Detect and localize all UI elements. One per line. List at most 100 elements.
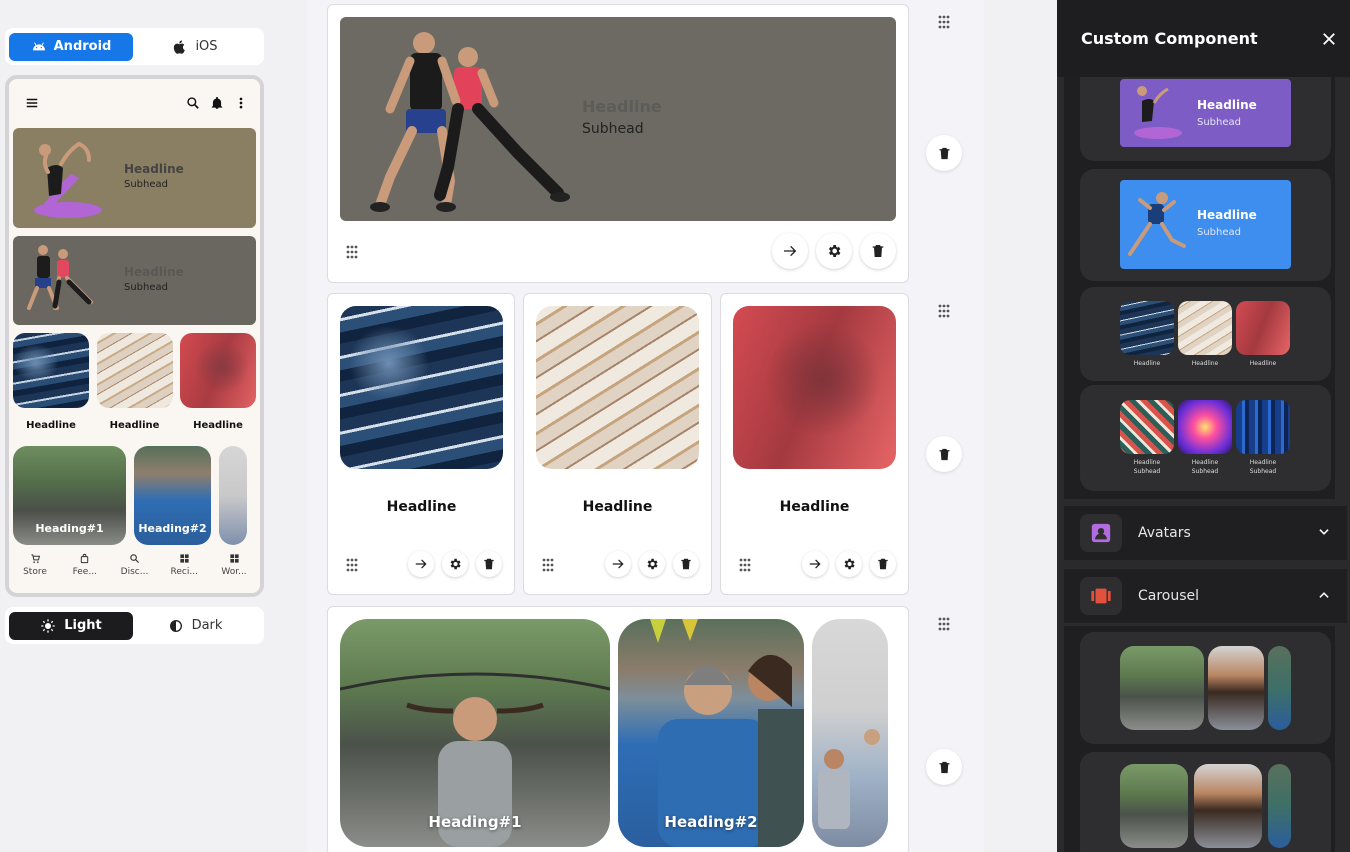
- banner-subhead: Subhead: [1197, 227, 1241, 238]
- drag-handle-icon: [346, 558, 358, 572]
- carousel-component-card[interactable]: Heading#1 Heading#2: [327, 606, 909, 852]
- settings-button[interactable]: [442, 551, 468, 577]
- trash-icon: [484, 558, 494, 570]
- settings-button[interactable]: [836, 551, 862, 577]
- navigate-button[interactable]: [802, 551, 828, 577]
- nav-label: Disc...: [120, 567, 149, 577]
- carousel-item[interactable]: [812, 619, 888, 847]
- delete-button[interactable]: [476, 551, 502, 577]
- drag-handle[interactable]: [738, 557, 752, 572]
- neon-corridor-image: [1178, 400, 1232, 454]
- chevron-down-icon[interactable]: [1317, 524, 1331, 543]
- drag-handle[interactable]: [345, 557, 359, 572]
- row-delete-button[interactable]: [926, 135, 962, 171]
- gear-icon: [844, 558, 855, 570]
- light-label: Light: [64, 618, 102, 633]
- geometric-pattern-image: [1120, 400, 1174, 454]
- carousel-item[interactable]: Heading#2: [618, 619, 804, 847]
- tile-component-card[interactable]: Headline: [327, 293, 515, 595]
- navigate-button[interactable]: [772, 233, 808, 269]
- fitness-couple-image: [27, 245, 93, 310]
- hero-component-card[interactable]: Headline Subhead: [327, 4, 909, 283]
- hero-subhead: Subhead: [582, 121, 644, 137]
- carousel-section-header[interactable]: Carousel: [1064, 569, 1347, 623]
- component-option[interactable]: [1080, 752, 1331, 852]
- search-icon[interactable]: [186, 96, 200, 110]
- hero-headline: Headline: [582, 97, 662, 116]
- carousel-options: [1064, 626, 1335, 852]
- trash-icon: [878, 558, 888, 570]
- tile-component-card[interactable]: Headline: [523, 293, 712, 595]
- carousel-item-label: Heading#1: [428, 813, 522, 831]
- avatar-icon-box: [1080, 514, 1122, 552]
- carousel-item[interactable]: Heading#1: [340, 619, 610, 847]
- chevron-up-icon[interactable]: [1317, 587, 1331, 606]
- navigate-button[interactable]: [605, 551, 631, 577]
- android-button[interactable]: Android: [9, 32, 133, 61]
- bell-icon[interactable]: [210, 96, 224, 110]
- row-delete-button[interactable]: [926, 436, 962, 472]
- settings-button[interactable]: [816, 233, 852, 269]
- mini-tile-label: Headline Subhead: [1236, 458, 1290, 476]
- component-option[interactable]: Headline Subhead Headline Subhead Headline…: [1080, 385, 1331, 491]
- nav-label: Wor...: [221, 567, 247, 577]
- close-icon[interactable]: [1320, 30, 1338, 48]
- apple-icon: [174, 39, 186, 54]
- theme-toggle: Light Dark: [5, 607, 264, 644]
- gear-icon: [828, 245, 841, 257]
- component-option[interactable]: Headline Subhead: [1080, 77, 1331, 161]
- drag-handle[interactable]: [541, 557, 555, 572]
- row-drag-handle[interactable]: [937, 14, 951, 29]
- grid-icon: [180, 554, 189, 563]
- row-delete-button[interactable]: [926, 749, 962, 785]
- navigate-button[interactable]: [408, 551, 434, 577]
- drag-handle-icon: [542, 558, 554, 572]
- device-preview-panel: Android iOS Headline Subhead Headline Su…: [0, 0, 307, 852]
- nav-store[interactable]: Store: [13, 553, 57, 577]
- component-option[interactable]: Headline Subhead: [1080, 169, 1331, 281]
- preview-tile[interactable]: Headline: [96, 333, 173, 431]
- preview-hero-yoga[interactable]: Headline Subhead: [13, 128, 256, 228]
- light-theme-button[interactable]: Light: [9, 611, 133, 640]
- preview-carousel-item[interactable]: [219, 446, 247, 545]
- mini-tile-label: Headline Subhead: [1178, 458, 1232, 476]
- avatars-section-header[interactable]: Avatars: [1064, 506, 1347, 560]
- ocean-texture-image: [13, 333, 89, 408]
- preview-carousel-label: Heading#2: [138, 522, 207, 535]
- trash-icon: [939, 761, 949, 773]
- component-option[interactable]: [1080, 632, 1331, 744]
- preview-tile-label: Headline: [193, 420, 243, 431]
- delete-button[interactable]: [673, 551, 699, 577]
- preview-tile[interactable]: Headline: [180, 333, 256, 431]
- mini-tile-subhead: Subhead: [1191, 468, 1219, 475]
- menu-icon[interactable]: [25, 96, 39, 110]
- nav-recipes[interactable]: Reci...: [162, 553, 206, 577]
- nav-discover[interactable]: Disc...: [113, 553, 157, 577]
- banner-headline: Headline: [1197, 98, 1257, 112]
- ios-button[interactable]: iOS: [133, 33, 257, 61]
- preview-tile[interactable]: Headline: [13, 333, 89, 431]
- fitness-couple-image: [370, 32, 570, 212]
- row-drag-handle[interactable]: [937, 303, 951, 318]
- nav-label: Fee...: [72, 567, 97, 577]
- tile-headline: Headline: [386, 499, 457, 515]
- preview-carousel-item[interactable]: Heading#2: [134, 446, 211, 545]
- row-drag-handle[interactable]: [937, 616, 951, 631]
- delete-button[interactable]: [860, 233, 896, 269]
- dark-theme-button[interactable]: Dark: [133, 612, 257, 640]
- settings-button[interactable]: [639, 551, 665, 577]
- carousel-preview-item: [1268, 646, 1291, 730]
- preview-hero-fitness[interactable]: Headline Subhead: [13, 236, 256, 325]
- preview-carousel-item[interactable]: Heading#1: [13, 446, 126, 545]
- preview-hero-headline: Headline: [124, 162, 184, 176]
- nav-workouts[interactable]: Wor...: [212, 553, 256, 577]
- drag-handle[interactable]: [345, 244, 359, 259]
- nav-label: Store: [23, 567, 47, 577]
- more-icon[interactable]: [234, 96, 248, 110]
- delete-button[interactable]: [870, 551, 896, 577]
- preview-hero-subhead: Subhead: [124, 179, 168, 190]
- nav-feed[interactable]: Fee...: [63, 553, 107, 577]
- preview-tile-label: Headline: [109, 420, 160, 431]
- component-option[interactable]: Headline Headline Headline: [1080, 287, 1331, 381]
- tile-component-card[interactable]: Headline: [720, 293, 909, 595]
